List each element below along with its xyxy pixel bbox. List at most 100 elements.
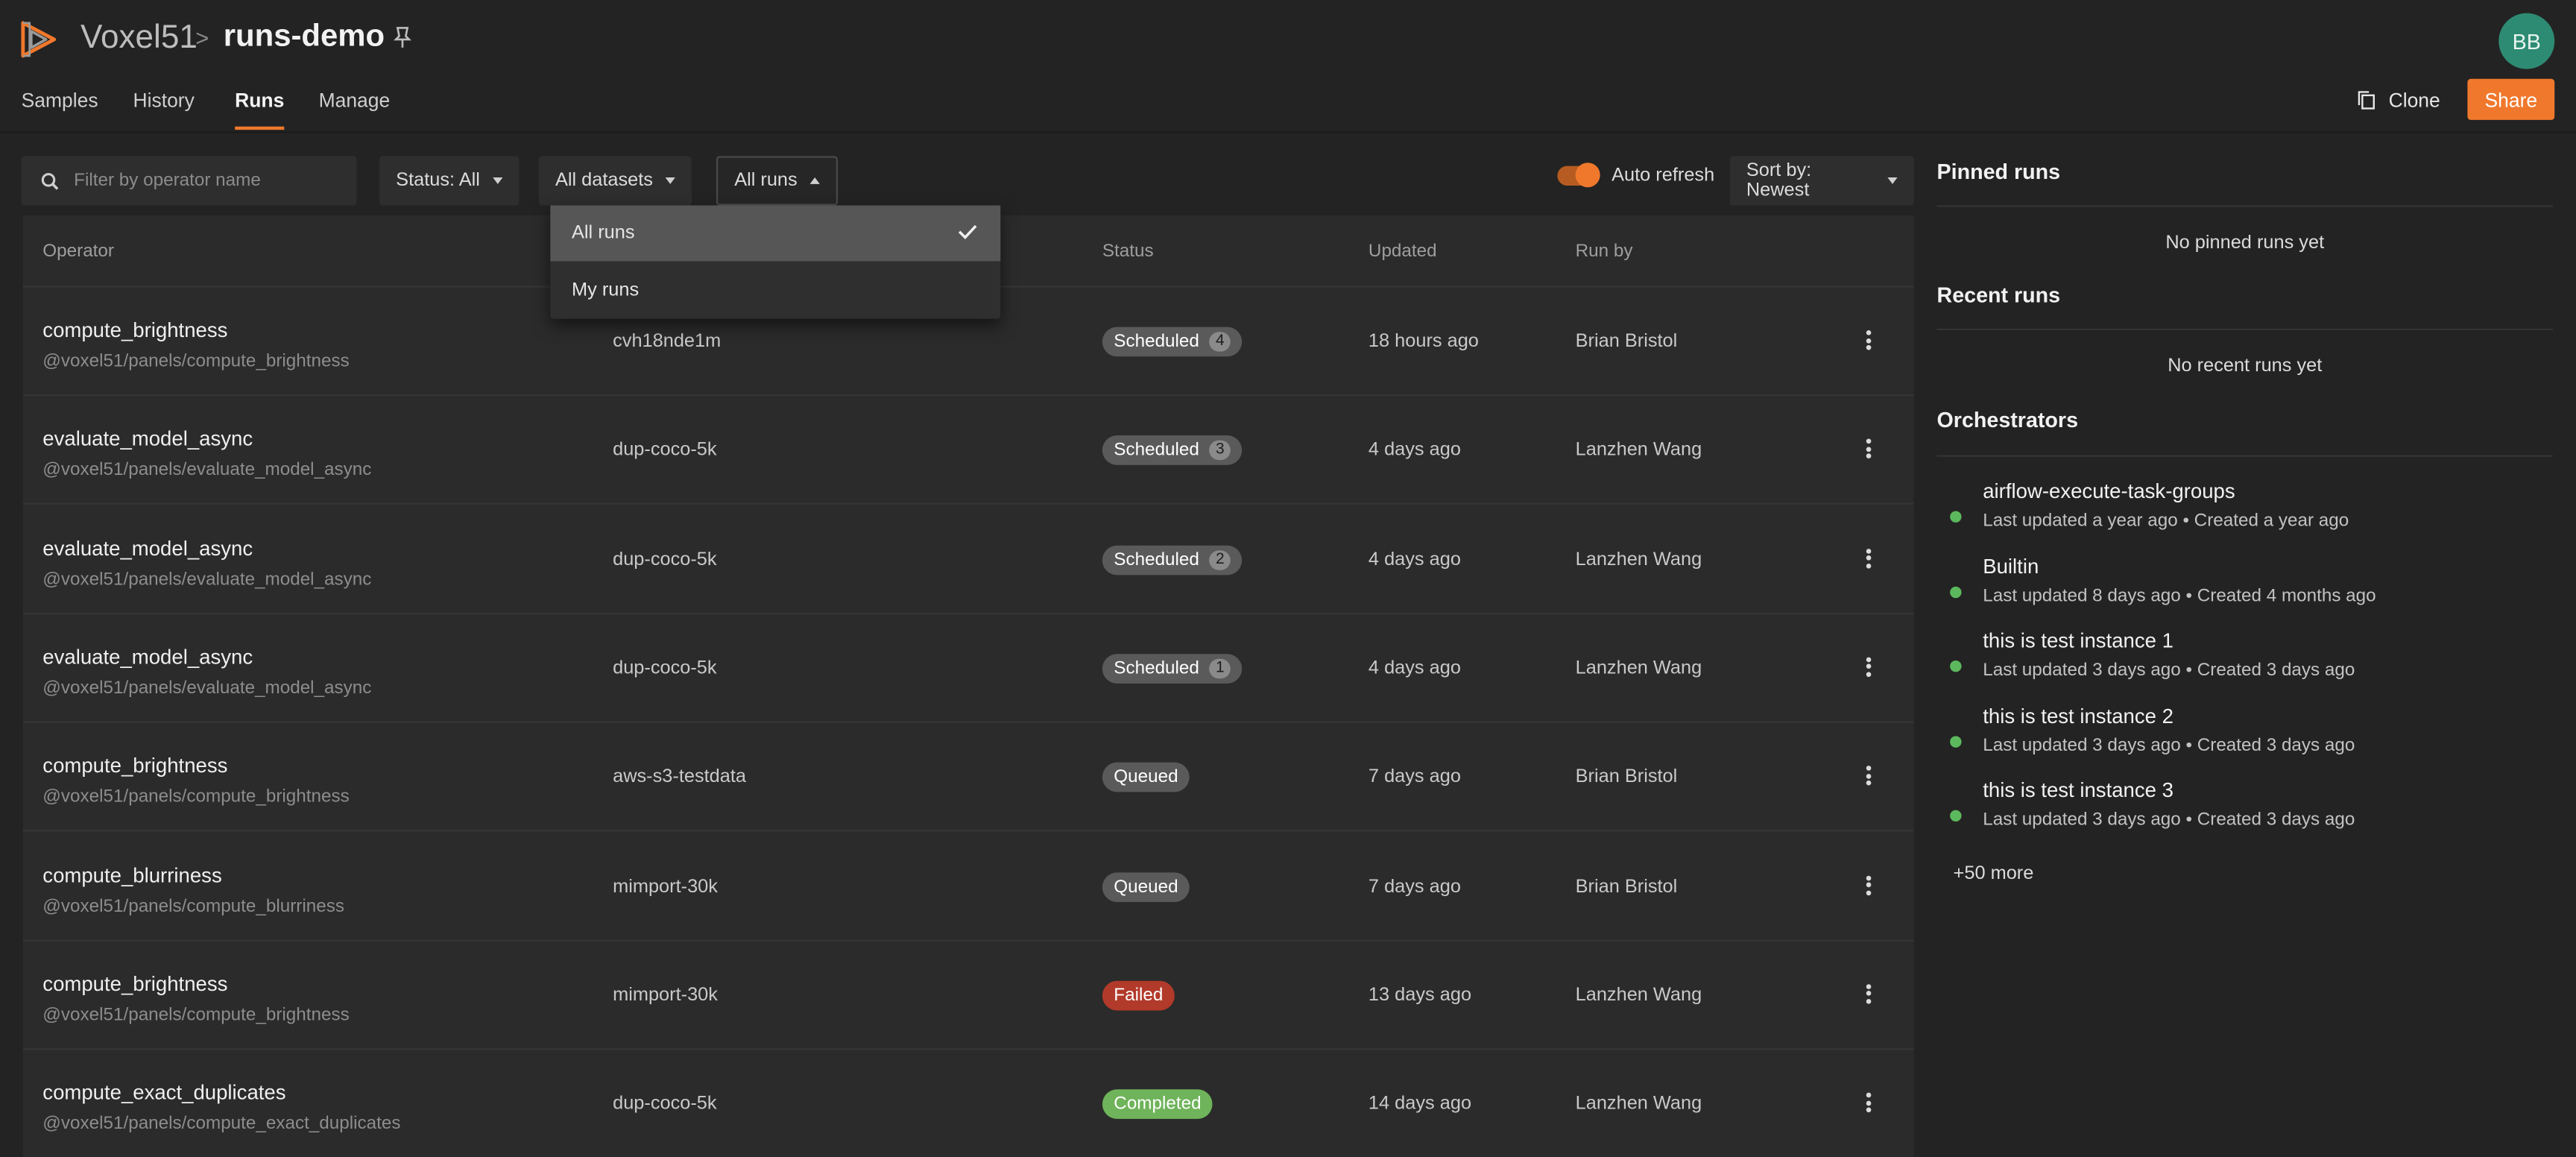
updated-cell: 4 days ago xyxy=(1368,658,1461,679)
tab-samples[interactable]: Samples xyxy=(22,89,98,112)
runs-filter-menu: All runs My runs xyxy=(550,205,1001,319)
avatar[interactable]: BB xyxy=(2498,13,2555,69)
recent-runs-empty: No recent runs yet xyxy=(2168,356,2323,376)
operator-name[interactable]: evaluate_model_async xyxy=(42,428,253,451)
status-dot-icon xyxy=(1950,661,1962,672)
status-count: 1 xyxy=(1209,658,1231,679)
updated-cell: 18 hours ago xyxy=(1368,332,1479,352)
runs-select[interactable]: All runs xyxy=(716,156,839,206)
column-header-operator[interactable]: Operator xyxy=(42,242,114,261)
status-select[interactable]: Status: All xyxy=(379,156,520,206)
more-orchestrators-link[interactable]: +50 more xyxy=(1954,864,2034,883)
table-row[interactable]: evaluate_model_async @voxel51/panels/eval… xyxy=(22,505,1914,614)
runs-select-label: All runs xyxy=(734,171,798,191)
dataset-cell[interactable]: dup-coco-5k xyxy=(613,659,717,678)
orchestrator-item[interactable]: this is test instance 3 Last updated 3 da… xyxy=(1947,780,2554,845)
brand-name[interactable]: Voxel51 xyxy=(80,19,198,57)
share-button[interactable]: Share xyxy=(2467,78,2555,120)
table-row[interactable]: compute_brightness @voxel51/panels/comput… xyxy=(22,941,1914,1050)
table-row[interactable]: compute_blurriness @voxel51/panels/comput… xyxy=(22,832,1914,941)
kebab-menu-icon[interactable] xyxy=(1866,330,1873,350)
status-label: Queued xyxy=(1114,767,1178,788)
column-header-run-by[interactable]: Run by xyxy=(1576,242,1633,261)
tab-history[interactable]: History xyxy=(133,89,195,112)
tab-runs[interactable]: Runs xyxy=(235,89,285,130)
operator-path: @voxel51/panels/evaluate_model_async xyxy=(42,460,372,481)
status-badge: Queued xyxy=(1102,871,1190,901)
avatar-initials: BB xyxy=(2512,28,2541,54)
orchestrator-name[interactable]: airflow-execute-task-groups xyxy=(1983,480,2235,503)
auto-refresh-label: Auto refresh xyxy=(1611,165,1715,186)
tab-manage[interactable]: Manage xyxy=(319,89,391,112)
pinned-runs-empty: No pinned runs yet xyxy=(2165,233,2325,253)
orchestrator-item[interactable]: airflow-execute-task-groups Last updated … xyxy=(1947,480,2554,546)
auto-refresh: Auto refresh xyxy=(1557,163,1715,188)
orchestrator-item[interactable]: this is test instance 2 Last updated 3 da… xyxy=(1947,704,2554,770)
orchestrator-meta: Last updated a year ago • Created a year… xyxy=(1983,511,2349,531)
kebab-menu-icon[interactable] xyxy=(1866,874,1873,895)
operator-name[interactable]: compute_blurriness xyxy=(42,863,221,886)
orchestrator-name[interactable]: this is test instance 1 xyxy=(1983,630,2174,653)
status-badge: Queued xyxy=(1102,763,1190,792)
run-by-cell: Brian Bristol xyxy=(1575,332,1678,352)
kebab-menu-icon[interactable] xyxy=(1866,439,1873,459)
menu-item-label: My runs xyxy=(571,280,640,301)
kebab-menu-icon[interactable] xyxy=(1866,983,1873,1004)
dataset-cell[interactable]: dup-coco-5k xyxy=(613,1094,717,1114)
operator-name[interactable]: evaluate_model_async xyxy=(42,537,253,560)
table-row[interactable]: evaluate_model_async @voxel51/panels/eval… xyxy=(22,397,1914,505)
chevron-up-icon xyxy=(810,177,821,184)
chevron-down-icon xyxy=(666,177,676,184)
dataset-name[interactable]: runs-demo xyxy=(224,19,385,55)
operator-name[interactable]: compute_brightness xyxy=(42,972,227,995)
table-row[interactable]: evaluate_model_async @voxel51/panels/eval… xyxy=(22,614,1914,723)
datasets-select[interactable]: All datasets xyxy=(538,156,692,206)
auto-refresh-toggle[interactable] xyxy=(1557,163,1600,188)
operator-search-input[interactable] xyxy=(74,171,337,191)
operator-name[interactable]: evaluate_model_async xyxy=(42,646,253,669)
clone-button[interactable]: Clone xyxy=(2351,82,2447,118)
operator-name[interactable]: compute_exact_duplicates xyxy=(42,1081,285,1104)
operator-name[interactable]: compute_brightness xyxy=(42,754,227,778)
menu-item-all-runs[interactable]: All runs xyxy=(550,205,1001,262)
orchestrator-item[interactable]: this is test instance 1 Last updated 3 da… xyxy=(1947,630,2554,696)
pin-icon[interactable] xyxy=(393,26,412,49)
kebab-menu-icon[interactable] xyxy=(1866,657,1873,677)
status-dot-icon xyxy=(1950,735,1962,748)
dataset-cell[interactable]: dup-coco-5k xyxy=(613,441,717,460)
operator-name[interactable]: compute_brightness xyxy=(42,319,227,342)
status-badge: Scheduled 1 xyxy=(1102,653,1243,684)
run-by-cell: Lanzhen Wang xyxy=(1575,441,1702,461)
operator-filter[interactable] xyxy=(21,156,357,206)
dataset-cell[interactable]: mimport-30k xyxy=(613,877,718,896)
table-row[interactable]: compute_brightness @voxel51/panels/comput… xyxy=(22,723,1914,832)
kebab-menu-icon[interactable] xyxy=(1866,548,1873,568)
table-row[interactable]: compute_exact_duplicates @voxel51/panels/… xyxy=(23,1050,1914,1157)
copy-icon xyxy=(2358,91,2375,110)
dataset-cell[interactable]: cvh18nde1m xyxy=(613,332,721,351)
operator-path: @voxel51/panels/compute_blurriness xyxy=(42,896,344,916)
operator-path: @voxel51/panels/compute_brightness xyxy=(42,351,350,372)
kebab-menu-icon[interactable] xyxy=(1866,1092,1873,1113)
orchestrator-name[interactable]: Builtin xyxy=(1983,555,2039,578)
dataset-cell[interactable]: aws-s3-testdata xyxy=(613,768,746,787)
chevron-down-icon xyxy=(493,177,503,184)
orchestrator-meta: Last updated 3 days ago • Created 3 days… xyxy=(1983,735,2355,756)
sort-select[interactable]: Sort by: Newest xyxy=(1729,156,1914,206)
divider xyxy=(1936,205,2554,207)
dataset-cell[interactable]: dup-coco-5k xyxy=(613,549,717,569)
run-by-cell: Lanzhen Wang xyxy=(1575,549,1702,570)
orchestrator-name[interactable]: this is test instance 2 xyxy=(1983,704,2174,728)
menu-item-my-runs[interactable]: My runs xyxy=(550,263,1000,319)
operator-path: @voxel51/panels/evaluate_model_async xyxy=(42,569,372,590)
runs-table: Operator Status Updated Run by compute_b… xyxy=(22,215,1914,1157)
updated-cell: 13 days ago xyxy=(1368,985,1472,1006)
orchestrator-name[interactable]: this is test instance 3 xyxy=(1983,780,2174,803)
column-header-status[interactable]: Status xyxy=(1102,242,1154,261)
dataset-cell[interactable]: mimport-30k xyxy=(613,986,718,1005)
column-header-updated[interactable]: Updated xyxy=(1368,242,1437,261)
updated-cell: 4 days ago xyxy=(1368,441,1461,461)
voxel51-logo-icon[interactable] xyxy=(18,18,60,60)
orchestrator-item[interactable]: Builtin Last updated 8 days ago • Created… xyxy=(1947,555,2554,620)
kebab-menu-icon[interactable] xyxy=(1866,766,1873,786)
